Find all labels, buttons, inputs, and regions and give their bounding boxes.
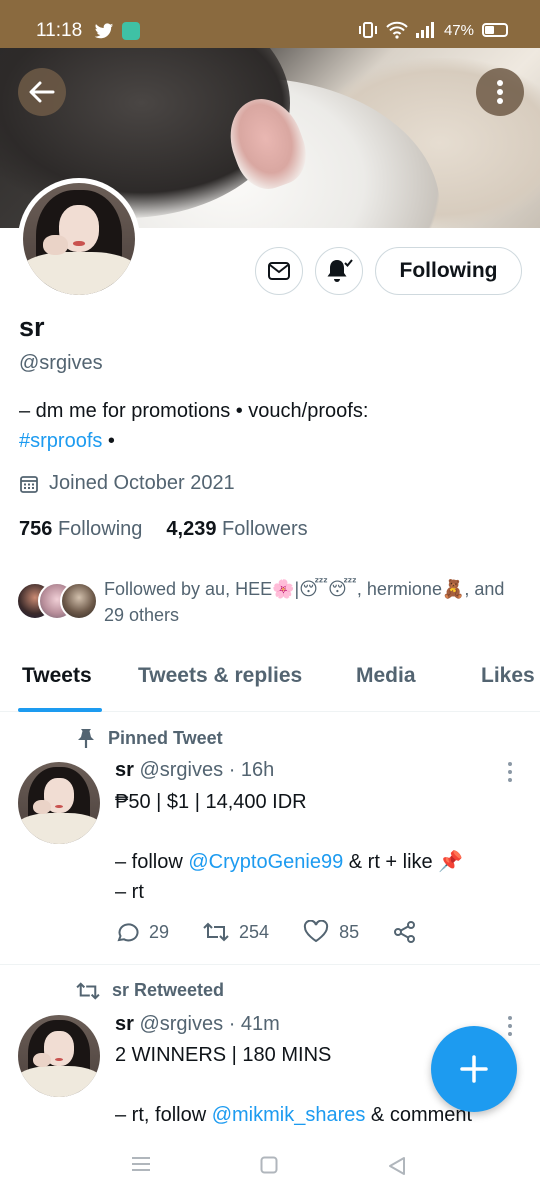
wifi-icon [386,21,408,39]
active-tab-indicator [18,708,102,712]
tweet-header[interactable]: sr @srgives · 16h [115,759,274,782]
tweet-time: · 41m [228,1013,280,1035]
mention-link[interactable]: @mikmik_shares [212,1104,366,1126]
share-button[interactable] [393,920,417,944]
profile-tabs: Tweets Tweets & replies Media Likes [0,656,540,712]
tab-tweets-replies[interactable]: Tweets & replies [138,664,302,688]
avatar [60,582,98,620]
reply-button[interactable]: 29 [115,920,169,944]
tweet-actions: 29 254 85 [115,920,475,944]
tweet-time: · 16h [228,759,275,781]
tab-tweets[interactable]: Tweets [22,664,92,688]
more-vertical-icon [497,80,503,104]
profile-name: sr [19,312,45,342]
back-button[interactable] [18,68,66,116]
profile-bio: – dm me for promotions • vouch/proofs: #… [19,396,519,456]
tweet-header[interactable]: sr @srgives · 41m [115,1013,280,1036]
calendar-icon [20,475,38,493]
compose-tweet-button[interactable] [431,1026,517,1112]
tweet-author-handle: @srgives [139,759,224,781]
share-icon [394,921,416,943]
more-options-button[interactable] [476,68,524,116]
followers-count-link[interactable]: 4,239 Followers [166,518,307,541]
tab-likes[interactable]: Likes [481,664,535,688]
back-nav-icon[interactable] [387,1156,407,1176]
retweeted-label: sr Retweeted [76,980,224,1001]
tweet-author-name: sr [115,759,134,781]
follower-avatars [16,582,98,622]
tweet-menu-icon[interactable] [508,762,514,782]
tweet-text[interactable]: ₱50 | $1 | 14,400 IDR – follow @CryptoGe… [115,787,515,907]
signal-icon [415,22,434,38]
plus-icon [460,1055,488,1083]
tweet-author-handle: @srgives [139,1013,224,1035]
heart-icon [303,920,329,943]
following-count-link[interactable]: 756 Following [19,518,142,541]
tweet-author-name: sr [115,1013,134,1035]
battery-percent: 47% [443,21,474,39]
tweet-avatar[interactable] [18,1015,100,1097]
tweet-line: ₱50 | $1 | 14,400 IDR [115,791,307,813]
tweet-avatar[interactable] [18,762,100,844]
bio-text: – dm me for promotions • vouch/proofs: [19,400,369,422]
bio-hashtag-link[interactable]: #srproofs [19,430,102,452]
following-button[interactable]: Following [375,247,522,295]
message-button[interactable] [255,247,303,295]
tweet-divider [0,964,540,965]
battery-icon [482,23,508,37]
joined-text: Joined October 2021 [49,472,235,494]
twitter-bird-icon [94,22,114,38]
retweet-button[interactable]: 254 [203,921,269,943]
home-icon[interactable] [260,1156,278,1174]
joined-date: Joined October 2021 [19,472,235,495]
status-time: 11:18 [36,20,83,41]
follow-counts: 756 Following 4,239 Followers [19,518,308,541]
followed-by-row[interactable]: Followed by au, HEE🌸|😴😴, hermione🧸, and … [16,576,526,628]
bell-check-icon [327,259,353,282]
retweet-icon [76,981,100,1000]
bio-suffix: • [102,430,115,452]
reply-icon [117,923,139,942]
like-button[interactable]: 85 [303,920,359,944]
back-arrow-icon [29,81,55,103]
tweet-line: – follow @CryptoGenie99 & rt + like 📌 [115,851,464,873]
pin-icon [78,729,94,748]
pinned-label: Pinned Tweet [76,727,223,749]
profile-avatar[interactable] [18,178,140,300]
retweet-icon [203,922,229,942]
status-bar: 11:18 47% [0,0,540,48]
app-notification-icon [122,22,140,40]
vibrate-icon [358,22,377,38]
envelope-icon [268,262,290,280]
profile-handle: @srgives [19,352,103,374]
system-nav-bar [0,1134,540,1200]
tweet-line: – rt [115,881,144,903]
mention-link[interactable]: @CryptoGenie99 [188,851,343,873]
tab-media[interactable]: Media [356,664,416,688]
recent-apps-icon[interactable] [131,1156,151,1172]
notifications-button[interactable] [315,247,363,295]
followed-by-text: Followed by au, HEE🌸|😴😴, hermione🧸, and … [104,579,505,625]
tweet-menu-icon[interactable] [508,1016,514,1036]
